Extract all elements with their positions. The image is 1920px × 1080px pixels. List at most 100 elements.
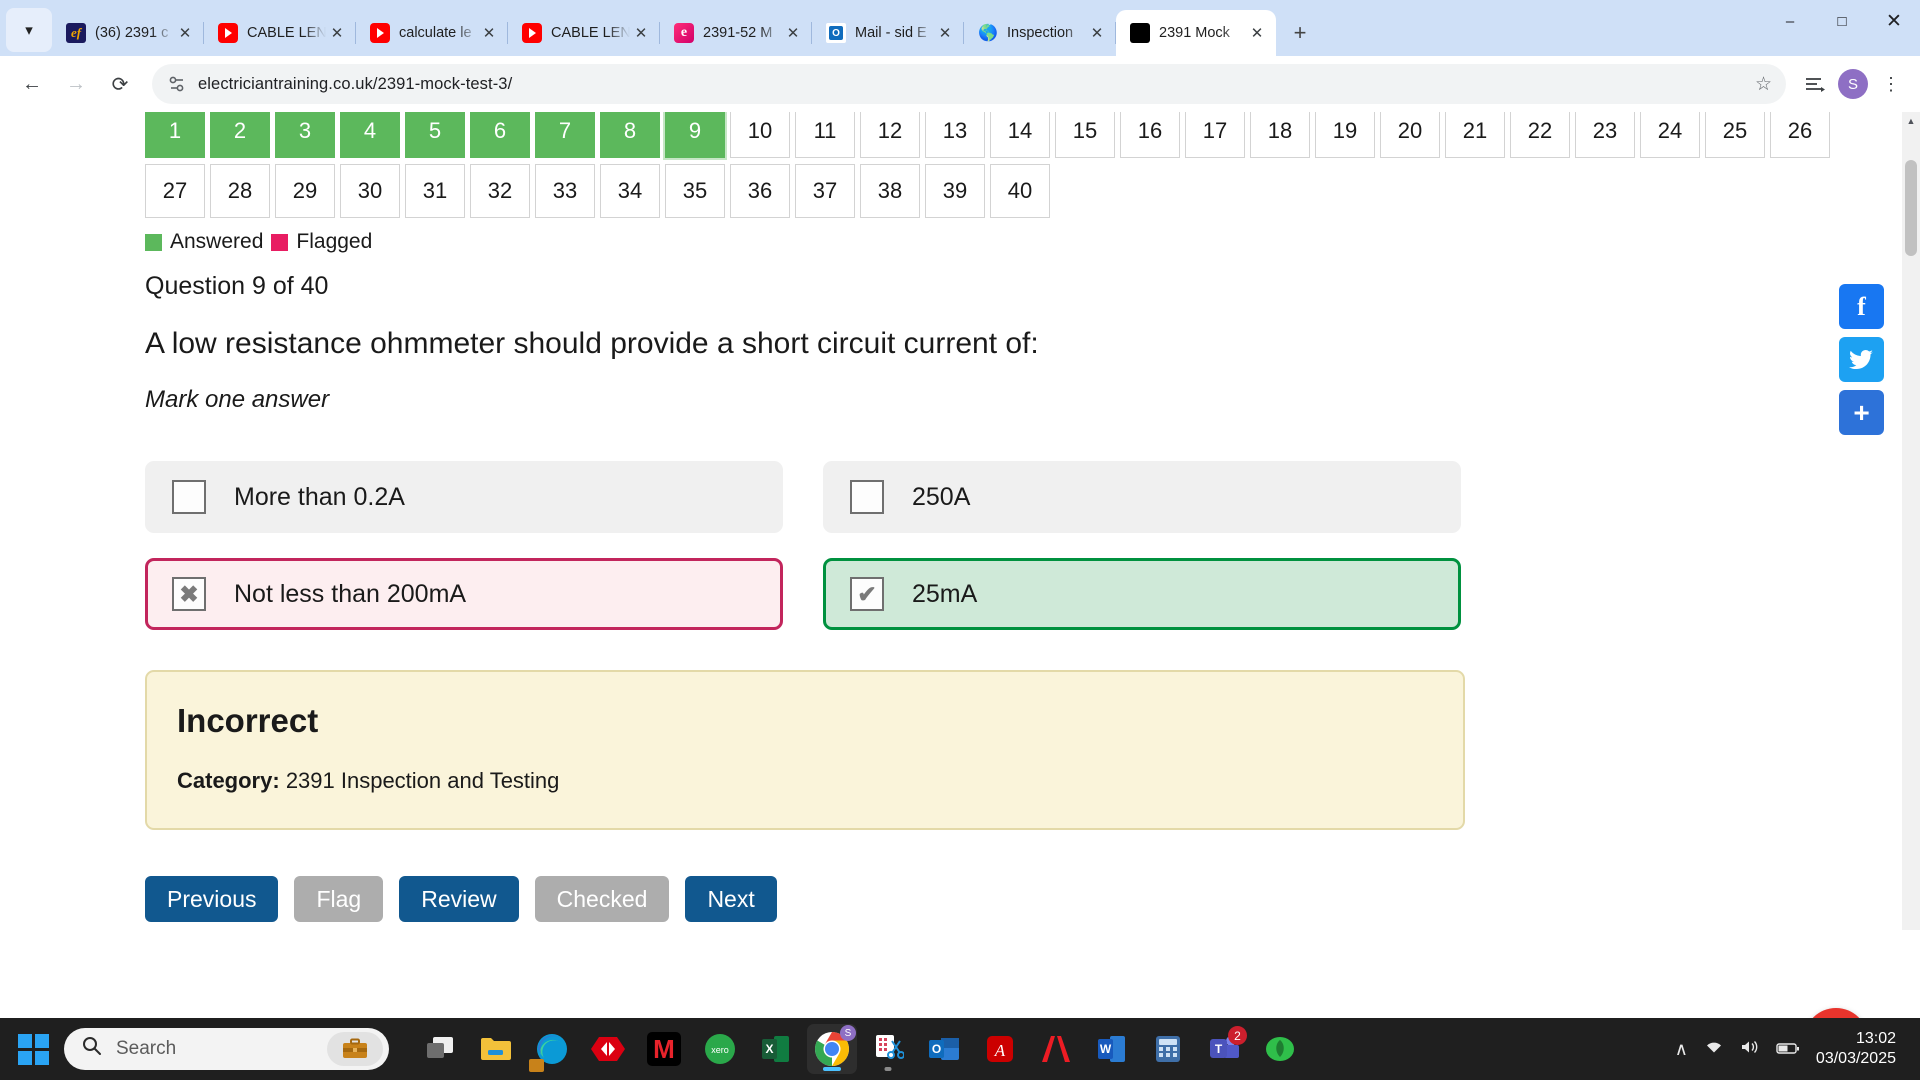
taskbar-clock[interactable]: 13:02 03/03/2025 <box>1816 1029 1896 1069</box>
question-nav-button[interactable]: 22 <box>1510 112 1570 158</box>
site-settings-icon[interactable] <box>166 73 188 95</box>
scrollbar-thumb[interactable] <box>1905 160 1917 256</box>
answer-checkbox-icon[interactable] <box>850 480 884 514</box>
volume-icon[interactable] <box>1740 1039 1760 1060</box>
wifi-icon[interactable] <box>1704 1039 1724 1060</box>
close-tab-icon[interactable]: ✕ <box>934 22 956 44</box>
question-nav-button[interactable]: 10 <box>730 112 790 158</box>
reading-list-icon[interactable] <box>1798 67 1832 101</box>
question-nav-button[interactable]: 20 <box>1380 112 1440 158</box>
question-nav-button[interactable]: 32 <box>470 164 530 218</box>
review-button[interactable]: Review <box>399 876 519 922</box>
answer-option[interactable]: ✖ Not less than 200mA <box>145 558 783 630</box>
answer-option[interactable]: ✔ 25mA <box>823 558 1461 630</box>
question-nav-button[interactable]: 25 <box>1705 112 1765 158</box>
question-nav-button[interactable]: 35 <box>665 164 725 218</box>
close-window-button[interactable]: ✕ <box>1868 0 1920 42</box>
question-nav-button[interactable]: 16 <box>1120 112 1180 158</box>
taskbar-xero-icon[interactable]: xero <box>695 1024 745 1074</box>
answer-checkbox-icon[interactable] <box>172 480 206 514</box>
answer-option[interactable]: 250A <box>823 461 1461 533</box>
next-button[interactable]: Next <box>685 876 777 922</box>
share-more-icon[interactable]: + <box>1839 390 1884 435</box>
question-nav-button[interactable]: 23 <box>1575 112 1635 158</box>
question-nav-button[interactable]: 37 <box>795 164 855 218</box>
twitter-share-icon[interactable] <box>1839 337 1884 382</box>
browser-menu-button[interactable]: ⋮ <box>1874 67 1908 101</box>
taskbar-green-app-icon[interactable] <box>1255 1024 1305 1074</box>
question-nav-button[interactable]: 38 <box>860 164 920 218</box>
question-nav-button[interactable]: 3 <box>275 112 335 158</box>
battery-icon[interactable] <box>1776 1039 1800 1060</box>
question-nav-button[interactable]: 12 <box>860 112 920 158</box>
address-bar[interactable]: electriciantraining.co.uk/2391-mock-test… <box>152 64 1786 104</box>
question-nav-button[interactable]: 18 <box>1250 112 1310 158</box>
facebook-share-icon[interactable]: f <box>1839 284 1884 329</box>
question-nav-button[interactable]: 36 <box>730 164 790 218</box>
browser-tab[interactable]: O Mail - sid E ✕ <box>812 10 964 56</box>
question-nav-button[interactable]: 13 <box>925 112 985 158</box>
tab-search-button[interactable]: ▾ <box>6 8 52 52</box>
bookmark-star-icon[interactable]: ☆ <box>1755 73 1772 96</box>
taskbar-google-chrome-icon[interactable]: S <box>807 1024 857 1074</box>
question-nav-button[interactable]: 31 <box>405 164 465 218</box>
previous-button[interactable]: Previous <box>145 876 279 922</box>
question-nav-button[interactable]: 6 <box>470 112 530 158</box>
question-nav-button[interactable]: 14 <box>990 112 1050 158</box>
back-button[interactable]: ← <box>12 64 52 104</box>
answer-checkbox-icon[interactable]: ✖ <box>172 577 206 611</box>
question-nav-button[interactable]: 40 <box>990 164 1050 218</box>
question-nav-button[interactable]: 34 <box>600 164 660 218</box>
taskbar-adobe-acrobat-icon[interactable]: A <box>975 1024 1025 1074</box>
browser-tab[interactable]: CABLE LEN ✕ <box>508 10 660 56</box>
question-nav-button[interactable]: 29 <box>275 164 335 218</box>
taskbar-hsbc-icon[interactable] <box>583 1024 633 1074</box>
minimize-button[interactable]: – <box>1764 0 1816 42</box>
question-nav-button[interactable]: 19 <box>1315 112 1375 158</box>
question-nav-button[interactable]: 27 <box>145 164 205 218</box>
taskbar-task-view-icon[interactable] <box>415 1024 465 1074</box>
question-nav-button[interactable]: 9 <box>665 112 725 158</box>
taskbar-search-input[interactable]: Search <box>64 1028 389 1070</box>
close-tab-icon[interactable]: ✕ <box>326 22 348 44</box>
taskbar-microsoft-edge-icon[interactable] <box>527 1024 577 1074</box>
taskbar-file-explorer-icon[interactable] <box>471 1024 521 1074</box>
taskbar-calculator-icon[interactable] <box>1143 1024 1193 1074</box>
browser-tab[interactable]: ef (36) 2391 c ✕ <box>52 10 204 56</box>
close-tab-icon[interactable]: ✕ <box>478 22 500 44</box>
close-tab-icon[interactable]: ✕ <box>174 22 196 44</box>
browser-tab[interactable]: calculate le ✕ <box>356 10 508 56</box>
briefcase-icon[interactable] <box>327 1032 383 1066</box>
taskbar-m-app-icon[interactable]: M <box>639 1024 689 1074</box>
taskbar-outlook-icon[interactable]: O <box>919 1024 969 1074</box>
new-tab-button[interactable]: + <box>1280 13 1320 53</box>
scroll-up-arrow-icon[interactable]: ▲ <box>1902 112 1920 130</box>
close-tab-icon[interactable]: ✕ <box>1246 22 1268 44</box>
close-tab-icon[interactable]: ✕ <box>1086 22 1108 44</box>
close-tab-icon[interactable]: ✕ <box>630 22 652 44</box>
question-nav-button[interactable]: 2 <box>210 112 270 158</box>
question-nav-button[interactable]: 1 <box>145 112 205 158</box>
question-nav-button[interactable]: 26 <box>1770 112 1830 158</box>
tray-chevron-up-icon[interactable]: ∧ <box>1675 1039 1688 1060</box>
taskbar-excel-icon[interactable]: X <box>751 1024 801 1074</box>
browser-tab[interactable]: CABLE LEN ✕ <box>204 10 356 56</box>
question-nav-button[interactable]: 33 <box>535 164 595 218</box>
question-nav-button[interactable]: 21 <box>1445 112 1505 158</box>
forward-button[interactable]: → <box>56 64 96 104</box>
question-nav-button[interactable]: 4 <box>340 112 400 158</box>
profile-avatar[interactable]: S <box>1836 67 1870 101</box>
browser-tab[interactable]: e 2391-52 M ✕ <box>660 10 812 56</box>
page-scrollbar[interactable]: ▲ <box>1902 112 1920 930</box>
question-nav-button[interactable]: 28 <box>210 164 270 218</box>
question-nav-button[interactable]: 30 <box>340 164 400 218</box>
question-nav-button[interactable]: 39 <box>925 164 985 218</box>
question-nav-button[interactable]: 11 <box>795 112 855 158</box>
taskbar-word-icon[interactable]: W <box>1087 1024 1137 1074</box>
taskbar-microsoft-teams-icon[interactable]: T2 <box>1199 1024 1249 1074</box>
flag-button[interactable]: Flag <box>294 876 384 922</box>
close-tab-icon[interactable]: ✕ <box>782 22 804 44</box>
question-nav-button[interactable]: 24 <box>1640 112 1700 158</box>
windows-start-icon[interactable] <box>10 1026 56 1072</box>
taskbar-snipping-tool-icon[interactable] <box>863 1024 913 1074</box>
